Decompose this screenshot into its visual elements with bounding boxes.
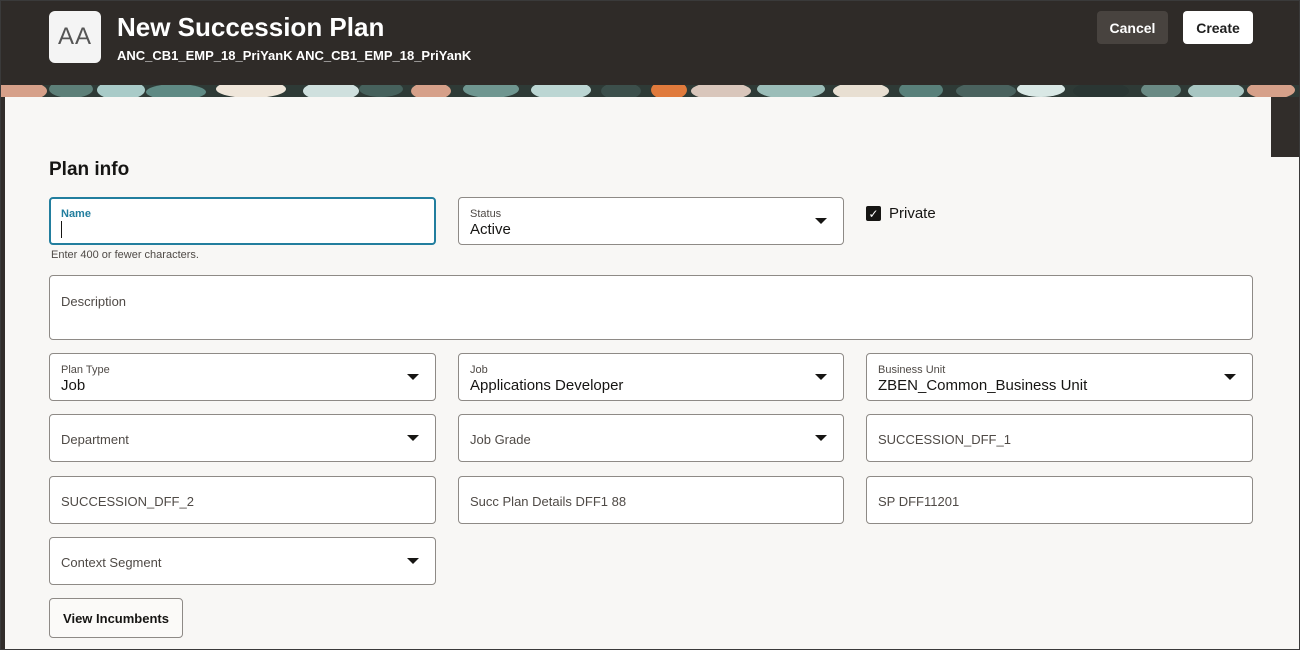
job-grade-select[interactable]: Job Grade: [458, 414, 844, 462]
name-field[interactable]: Name: [49, 197, 436, 245]
chevron-down-icon[interactable]: [1224, 374, 1236, 380]
business-unit-label: Business Unit: [878, 364, 946, 376]
context-segment-placeholder: Context Segment: [61, 555, 162, 570]
department-select[interactable]: Department: [49, 414, 436, 462]
page-header: AA New Succession Plan ANC_CB1_EMP_18_Pr…: [1, 1, 1299, 85]
avatar: AA: [49, 11, 101, 63]
cancel-button[interactable]: Cancel: [1097, 11, 1168, 44]
description-field[interactable]: Description: [49, 275, 1253, 340]
name-label: Name: [61, 208, 91, 220]
section-title: Plan info: [49, 159, 130, 180]
succession-dff-2-field[interactable]: SUCCESSION_DFF_2: [49, 476, 436, 524]
succession-dff-2-placeholder: SUCCESSION_DFF_2: [61, 494, 194, 509]
succession-dff-1-placeholder: SUCCESSION_DFF_1: [878, 432, 1011, 447]
chevron-down-icon[interactable]: [815, 374, 827, 380]
succession-dff-1-field[interactable]: SUCCESSION_DFF_1: [866, 414, 1253, 462]
chevron-down-icon[interactable]: [815, 218, 827, 224]
view-incumbents-button[interactable]: View Incumbents: [49, 598, 183, 638]
chevron-down-icon[interactable]: [407, 435, 419, 441]
plan-type-label: Plan Type: [61, 364, 110, 376]
plan-type-select[interactable]: Plan Type Job: [49, 353, 436, 401]
create-button[interactable]: Create: [1183, 11, 1253, 44]
succ-plan-details-field[interactable]: Succ Plan Details DFF1 88: [458, 476, 844, 524]
chevron-down-icon[interactable]: [407, 374, 419, 380]
plan-type-value: Job: [61, 377, 86, 394]
job-grade-placeholder: Job Grade: [470, 432, 531, 447]
chevron-down-icon[interactable]: [815, 435, 827, 441]
private-checkbox[interactable]: ✓ Private: [866, 205, 936, 222]
status-label: Status: [470, 208, 502, 220]
job-select[interactable]: Job Applications Developer: [458, 353, 844, 401]
description-placeholder: Description: [61, 294, 127, 309]
chevron-down-icon[interactable]: [407, 558, 419, 564]
department-placeholder: Department: [61, 432, 129, 447]
page-subtitle: ANC_CB1_EMP_18_PriYanK ANC_CB1_EMP_18_Pr…: [117, 48, 472, 63]
page-title: New Succession Plan: [117, 12, 385, 42]
business-unit-value: ZBEN_Common_Business Unit: [878, 377, 1088, 394]
job-label: Job: [470, 364, 488, 376]
context-segment-select[interactable]: Context Segment: [49, 537, 436, 585]
sp-dff-field[interactable]: SP DFF11201: [866, 476, 1253, 524]
job-value: Applications Developer: [470, 377, 624, 394]
checkmark-icon[interactable]: ✓: [866, 206, 881, 221]
private-label: Private: [889, 205, 936, 222]
status-value: Active: [470, 221, 511, 238]
text-cursor: [61, 221, 62, 238]
succ-plan-details-placeholder: Succ Plan Details DFF1 88: [470, 494, 627, 509]
sp-dff-placeholder: SP DFF11201: [878, 494, 960, 509]
name-helper-text: Enter 400 or fewer characters.: [51, 249, 199, 261]
status-select[interactable]: Status Active: [458, 197, 844, 245]
app-window: AA New Succession Plan ANC_CB1_EMP_18_Pr…: [0, 0, 1300, 650]
business-unit-select[interactable]: Business Unit ZBEN_Common_Business Unit: [866, 353, 1253, 401]
decorative-banner: [1, 85, 1299, 97]
